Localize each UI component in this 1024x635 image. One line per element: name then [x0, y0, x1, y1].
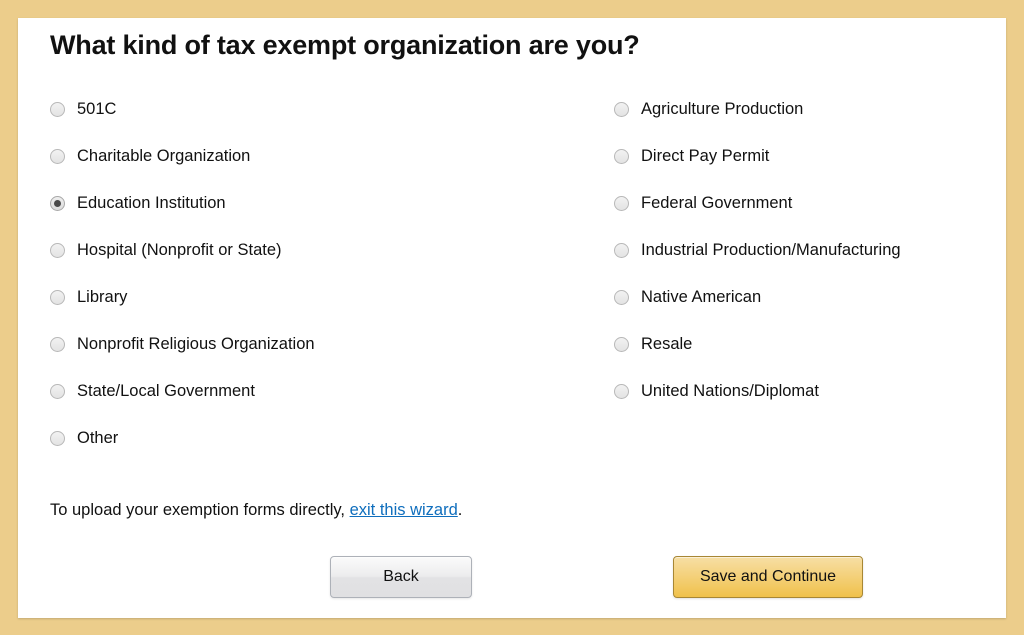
option-row[interactable]: Federal Government [614, 180, 994, 227]
option-row[interactable]: United Nations/Diplomat [614, 368, 994, 415]
radio-unselected-icon[interactable] [614, 102, 629, 117]
option-row[interactable]: Charitable Organization [50, 133, 590, 180]
option-row[interactable]: Hospital (Nonprofit or State) [50, 227, 590, 274]
option-row[interactable]: 501C [50, 86, 590, 133]
radio-unselected-icon[interactable] [614, 384, 629, 399]
radio-unselected-icon[interactable] [614, 243, 629, 258]
page-background: What kind of tax exempt organization are… [0, 0, 1024, 635]
option-label: Industrial Production/Manufacturing [641, 242, 901, 259]
radio-unselected-icon[interactable] [50, 431, 65, 446]
radio-unselected-icon[interactable] [614, 196, 629, 211]
radio-unselected-icon[interactable] [50, 384, 65, 399]
option-label: Other [77, 430, 118, 447]
option-label: Nonprofit Religious Organization [77, 336, 315, 353]
radio-unselected-icon[interactable] [50, 337, 65, 352]
option-row[interactable]: Library [50, 274, 590, 321]
radio-selected-icon[interactable] [50, 196, 65, 211]
options-column-right: Agriculture Production Direct Pay Permit F… [614, 86, 994, 415]
option-label: United Nations/Diplomat [641, 383, 819, 400]
radio-unselected-icon[interactable] [50, 243, 65, 258]
options-column-left: 501C Charitable Organization Education Ins… [50, 86, 590, 462]
back-button[interactable]: Back [330, 556, 472, 598]
option-label: Agriculture Production [641, 101, 803, 118]
option-row[interactable]: Industrial Production/Manufacturing [614, 227, 994, 274]
upload-note-text-before: To upload your exemption forms directly, [50, 501, 350, 519]
option-label: Direct Pay Permit [641, 148, 769, 165]
tax-exempt-options: 501C Charitable Organization Education Ins… [18, 86, 1006, 456]
option-label: 501C [77, 101, 116, 118]
option-row[interactable]: State/Local Government [50, 368, 590, 415]
option-label: Hospital (Nonprofit or State) [77, 242, 282, 259]
radio-unselected-icon[interactable] [614, 337, 629, 352]
save-and-continue-button[interactable]: Save and Continue [673, 556, 863, 598]
option-row[interactable]: Agriculture Production [614, 86, 994, 133]
radio-unselected-icon[interactable] [614, 290, 629, 305]
option-label: State/Local Government [77, 383, 255, 400]
exit-this-wizard-link[interactable]: exit this wizard [350, 501, 458, 519]
option-label: Education Institution [77, 195, 226, 212]
upload-note-text-after: . [458, 501, 463, 519]
option-label: Resale [641, 336, 692, 353]
option-row[interactable]: Nonprofit Religious Organization [50, 321, 590, 368]
wizard-card: What kind of tax exempt organization are… [18, 18, 1006, 618]
radio-unselected-icon[interactable] [50, 149, 65, 164]
page-title: What kind of tax exempt organization are… [50, 30, 640, 61]
option-row[interactable]: Resale [614, 321, 994, 368]
option-label: Charitable Organization [77, 148, 250, 165]
option-row[interactable]: Other [50, 415, 590, 462]
option-row[interactable]: Direct Pay Permit [614, 133, 994, 180]
option-row[interactable]: Education Institution [50, 180, 590, 227]
radio-unselected-icon[interactable] [50, 102, 65, 117]
radio-unselected-icon[interactable] [50, 290, 65, 305]
upload-note: To upload your exemption forms directly,… [50, 501, 462, 520]
option-label: Library [77, 289, 127, 306]
option-row[interactable]: Native American [614, 274, 994, 321]
wizard-button-bar: Back Save and Continue [18, 556, 1006, 606]
option-label: Native American [641, 289, 761, 306]
radio-unselected-icon[interactable] [614, 149, 629, 164]
option-label: Federal Government [641, 195, 792, 212]
